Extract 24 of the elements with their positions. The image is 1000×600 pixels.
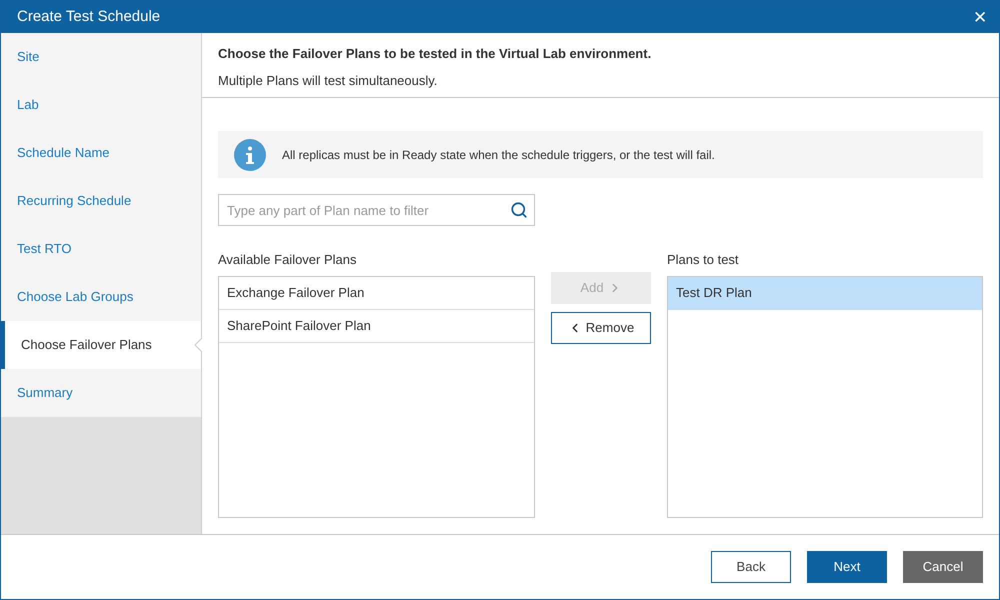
secondary-button[interactable]: Back <box>711 551 791 583</box>
window-title: Create Test Schedule <box>17 6 160 27</box>
list-label: Available Failover Plans <box>218 251 358 269</box>
header-subtitle: Multiple Plans will test simultaneously. <box>218 72 438 90</box>
primary-button[interactable]: Next <box>807 551 887 583</box>
info-text: All replicas must be in Ready state when the schedule triggers, or the test will fail. <box>282 146 715 164</box>
sidebar-item[interactable]: Choose Failover Plans <box>1 321 201 369</box>
sidebar-item[interactable]: Recurring Schedule <box>1 177 201 225</box>
sidebar-item[interactable]: Choose Lab Groups <box>1 273 201 321</box>
search-field[interactable]: Type any part of Plan name to filter <box>218 194 535 226</box>
list-label: Plans to test <box>667 251 740 269</box>
plan-list-item[interactable]: Test DR Plan <box>668 276 982 310</box>
sidebar-item[interactable]: Schedule Name <box>1 129 201 177</box>
sidebar-item[interactable]: Test RTO <box>1 225 201 273</box>
header-title: Choose the Failover Plans to be tested in the Virtual Lab environment. <box>218 45 652 63</box>
info-icon <box>234 138 266 170</box>
close-button[interactable]: ✕ <box>973 8 987 26</box>
plan-list-item[interactable]: SharePoint Failover Plan <box>219 310 534 342</box>
search-icon <box>510 201 528 219</box>
remove-button[interactable]: Remove <box>551 312 651 344</box>
sidebar-item[interactable]: Site <box>1 33 201 81</box>
sidebar-item[interactable]: Summary <box>1 369 201 417</box>
sidebar-item[interactable]: Lab <box>1 81 201 129</box>
neutral-button[interactable]: Cancel <box>903 551 983 583</box>
